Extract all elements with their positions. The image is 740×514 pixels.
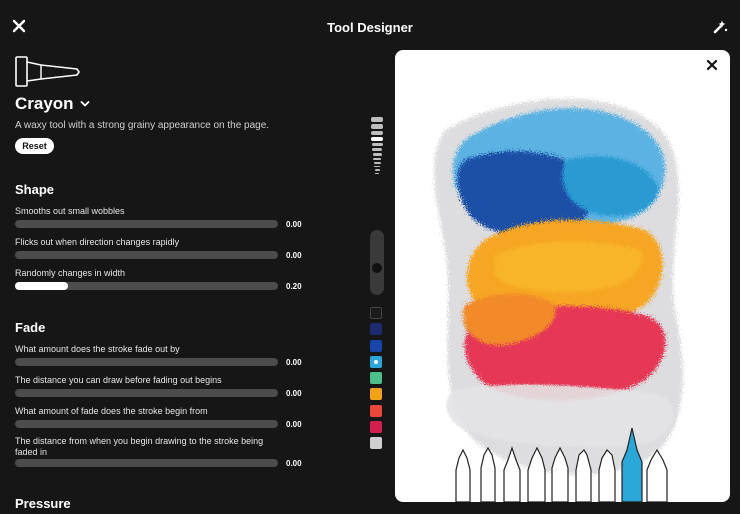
shape-section-title: Shape [15, 182, 55, 197]
flick-slider[interactable] [15, 251, 278, 259]
slider-label: The distance from when you begin drawing… [15, 436, 264, 457]
fade-in-distance-slider[interactable] [15, 459, 278, 467]
fade-begin-row: What amount of fade does the stroke begi… [15, 406, 315, 429]
color-swatch[interactable] [370, 355, 382, 368]
fade-out-distance-slider[interactable] [15, 389, 278, 397]
fade-distance-row: The distance you can draw before fading … [15, 375, 315, 398]
slider-value: 0.00 [286, 220, 302, 229]
slider-value: 0.00 [286, 389, 302, 398]
tool-name: Crayon [15, 94, 74, 113]
fade-out-amount-slider[interactable] [15, 358, 278, 366]
color-swatch[interactable] [370, 307, 382, 319]
preview-canvas[interactable] [395, 50, 730, 502]
slider-value: 0.00 [286, 358, 302, 367]
size-option[interactable] [371, 124, 383, 129]
tool-name-dropdown[interactable]: Crayon [15, 94, 90, 114]
color-swatch[interactable] [370, 323, 382, 336]
fade-section-title: Fade [15, 320, 46, 335]
page-title: Tool Designer [327, 20, 413, 35]
slider-value: 0.00 [286, 459, 302, 468]
crayon-tool-icon [15, 56, 80, 87]
top-bar: Tool Designer [0, 0, 740, 56]
slider-label: Flicks out when direction changes rapidl… [15, 237, 180, 247]
crayon-stroke-artwork [434, 98, 683, 502]
size-option[interactable] [374, 165, 380, 167]
width-variation-slider[interactable] [15, 282, 278, 290]
color-palette [370, 307, 383, 454]
smoothing-slider[interactable] [15, 220, 278, 228]
slider-value: 0.00 [286, 251, 302, 260]
size-option[interactable] [371, 142, 383, 146]
color-swatch[interactable] [370, 404, 382, 417]
color-swatch[interactable] [370, 372, 382, 385]
color-swatch[interactable] [370, 388, 382, 401]
size-option[interactable] [373, 161, 381, 164]
size-option[interactable] [374, 169, 380, 171]
slider-label: Randomly changes in width [15, 268, 126, 278]
size-option[interactable] [371, 117, 383, 122]
pressure-section-title: Pressure [15, 496, 71, 511]
size-option-selected[interactable] [371, 136, 383, 141]
color-swatch[interactable] [370, 437, 382, 450]
close-preview-icon[interactable] [706, 59, 718, 71]
slider-label: What amount of fade does the stroke begi… [15, 406, 208, 416]
slider-value: 0.20 [286, 282, 302, 291]
slider-label: What amount does the stroke fade out by [15, 344, 180, 354]
shape-width-row: Randomly changes in width 0.20 [15, 268, 315, 291]
size-option[interactable] [373, 157, 381, 160]
opacity-knob[interactable] [372, 263, 382, 273]
chevron-down-icon [80, 101, 89, 107]
slider-label: Smooths out small wobbles [15, 206, 125, 216]
slider-fill [15, 282, 68, 290]
magic-wand-icon[interactable] [712, 19, 728, 35]
color-swatch[interactable] [370, 339, 382, 352]
opacity-slider[interactable] [370, 230, 384, 295]
tool-description: A waxy tool with a strong grainy appeara… [15, 120, 270, 131]
size-option[interactable] [372, 148, 382, 151]
fade-amount-row: What amount does the stroke fade out by … [15, 344, 315, 367]
size-option[interactable] [371, 130, 383, 135]
shape-flick-row: Flicks out when direction changes rapidl… [15, 237, 315, 260]
color-swatch[interactable] [370, 421, 382, 434]
size-option[interactable] [372, 153, 382, 156]
fade-in-amount-slider[interactable] [15, 420, 278, 428]
reset-button[interactable]: Reset [15, 138, 54, 154]
slider-label: The distance you can draw before fading … [15, 375, 222, 385]
size-option[interactable] [375, 172, 379, 174]
brush-size-picker[interactable] [370, 117, 384, 176]
slider-value: 0.00 [286, 420, 302, 429]
shape-smoothing-row: Smooths out small wobbles 0.00 [15, 206, 315, 229]
fade-in-distance-row: The distance from when you begin drawing… [15, 436, 315, 468]
